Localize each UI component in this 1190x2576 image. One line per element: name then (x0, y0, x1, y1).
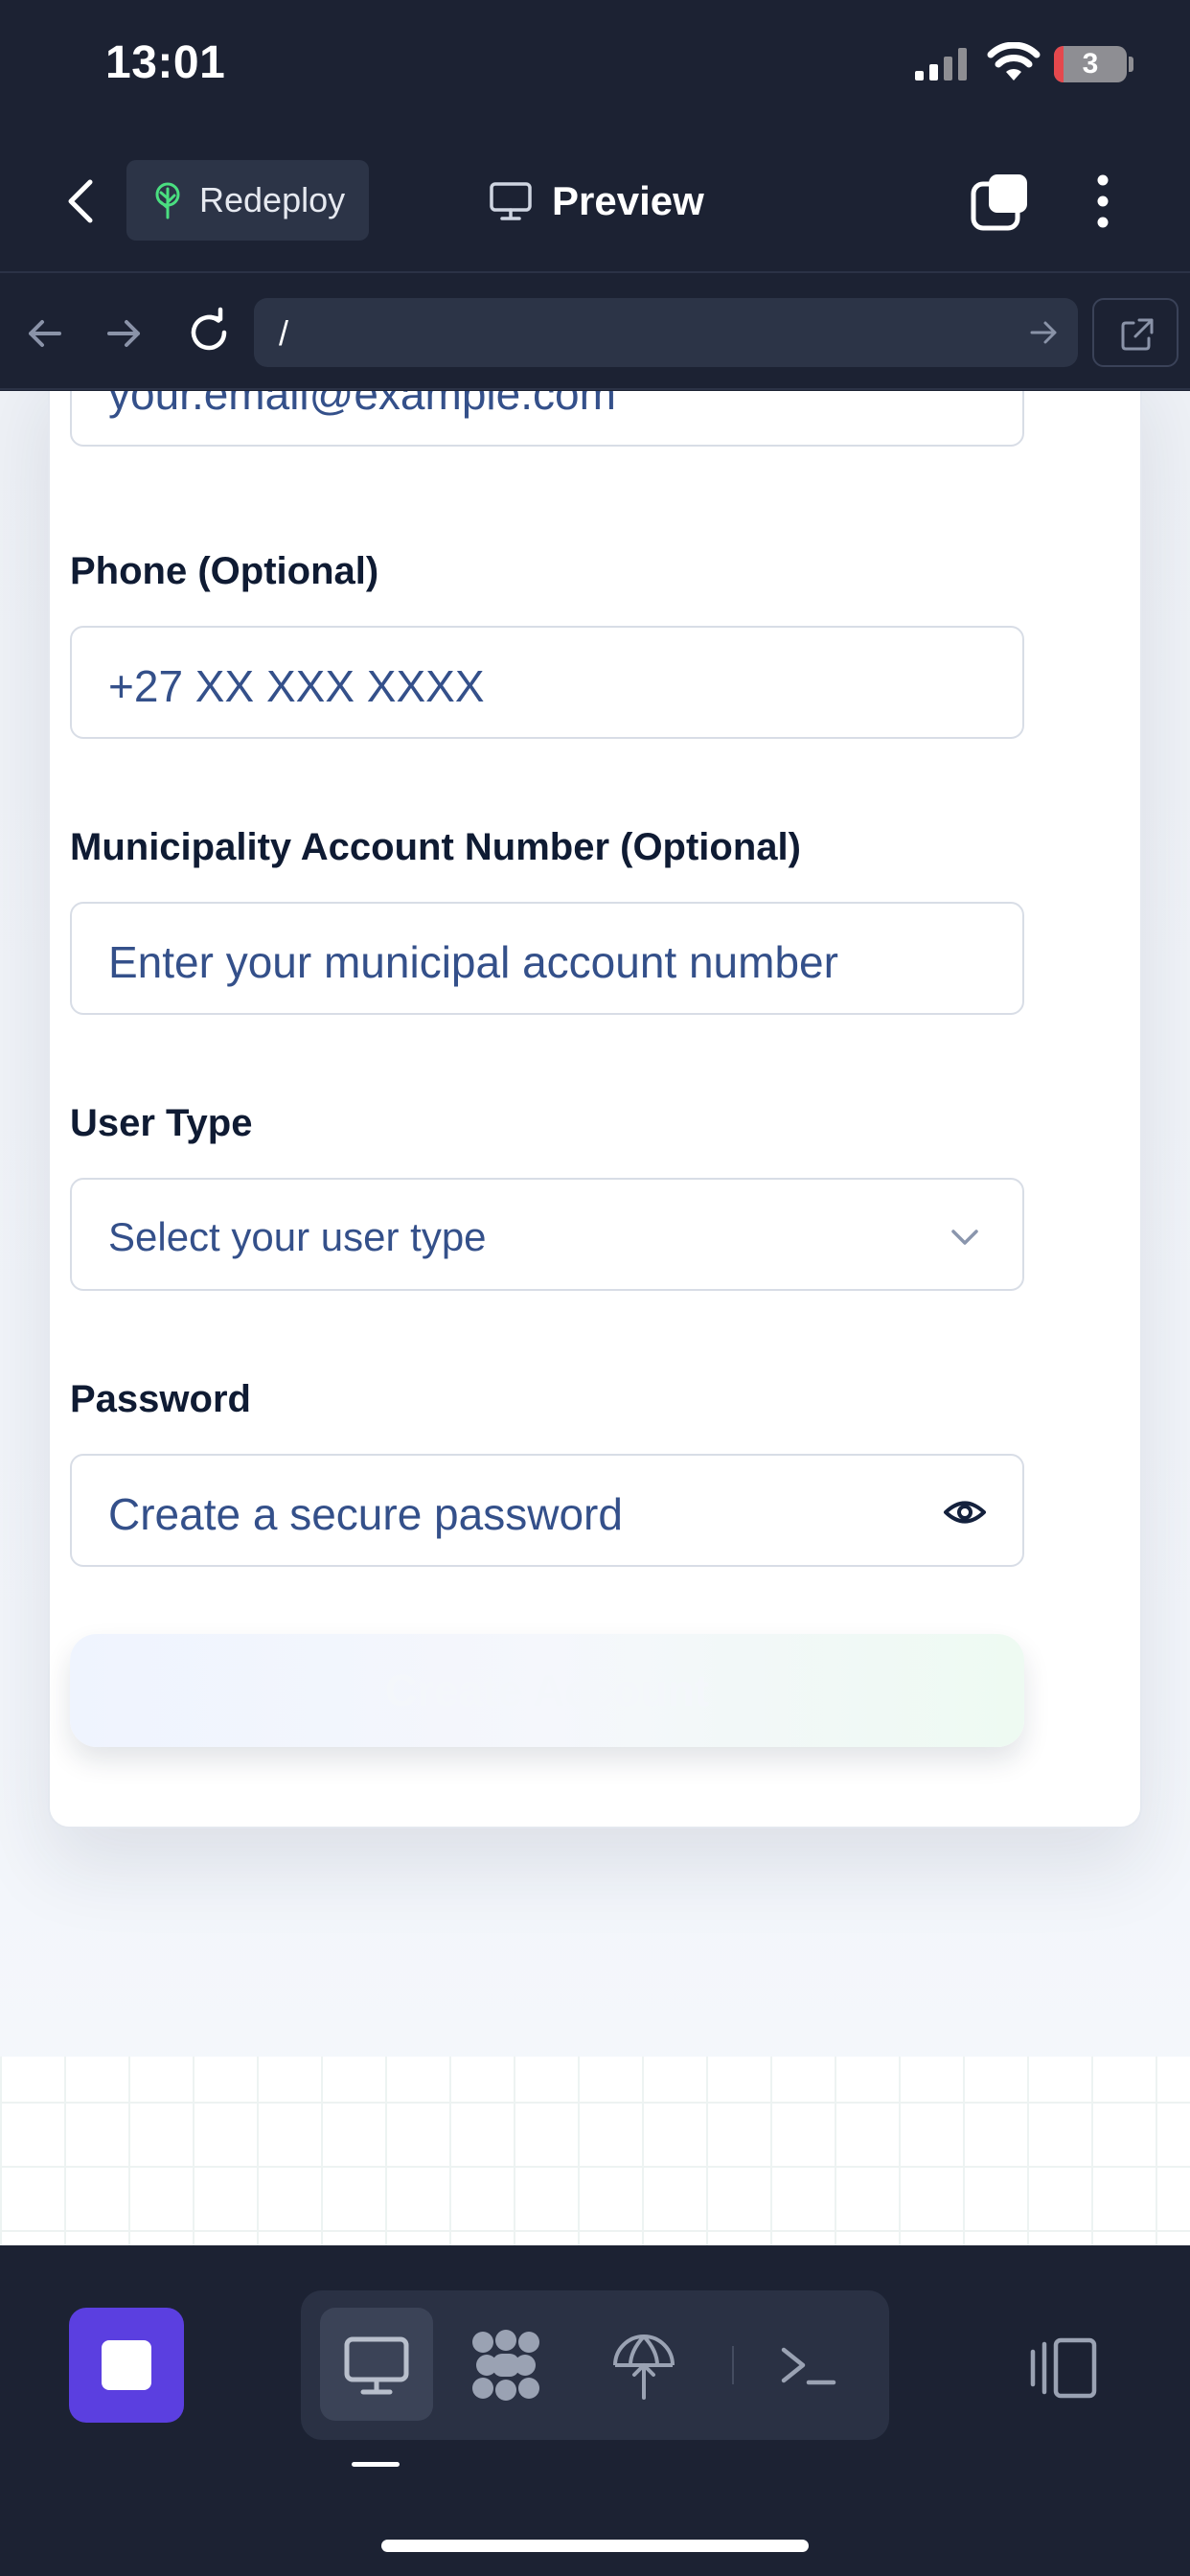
email-value: your.email@example.com (108, 391, 616, 419)
browser-nav-bar: / (0, 275, 1190, 390)
back-chevron-icon[interactable] (54, 172, 111, 230)
redeploy-button[interactable]: Redeploy (126, 160, 369, 241)
user-type-label: User Type (70, 1102, 253, 1144)
account-number-label: Municipality Account Number (Optional) (70, 826, 801, 868)
home-indicator[interactable] (381, 2540, 809, 2552)
tool-divider (732, 2346, 734, 2384)
side-panel-icon[interactable] (1027, 2336, 1100, 2400)
bottom-toolbar (0, 2245, 1190, 2576)
battery-tip (1129, 57, 1133, 72)
redeploy-label: Redeploy (199, 180, 346, 219)
wifi-icon (987, 42, 1041, 80)
stop-icon (102, 2340, 151, 2390)
account-number-placeholder: Enter your municipal account number (108, 937, 838, 987)
password-placeholder: Create a secure password (108, 1489, 623, 1539)
terminal-icon[interactable] (770, 2327, 847, 2404)
eye-icon[interactable] (942, 1492, 988, 1532)
browser-forward-icon[interactable] (100, 310, 148, 357)
battery-level: 3 (1082, 48, 1099, 80)
open-external-button[interactable] (1092, 298, 1179, 367)
tool-monitor[interactable] (320, 2308, 433, 2421)
monitor-icon (344, 2336, 409, 2395)
webview: your.email@example.com Phone (Optional) … (0, 391, 1190, 2245)
phone-field[interactable]: +27 XX XXX XXXX (70, 626, 1024, 739)
active-tool-indicator (352, 2462, 400, 2467)
password-field[interactable]: Create a secure password (70, 1454, 1024, 1567)
tree-icon (155, 182, 180, 219)
grid-background (0, 2057, 1190, 2245)
status-bar: 13:01 3 (0, 0, 1190, 134)
nodes-icon[interactable] (468, 2327, 544, 2404)
user-type-select[interactable]: Select your user type (70, 1178, 1024, 1291)
url-text: / (279, 313, 289, 353)
create-account-button[interactable]: Create Account (70, 1634, 1024, 1747)
email-field[interactable]: your.email@example.com (70, 391, 1024, 447)
reload-icon[interactable] (182, 306, 236, 359)
preview-title: Preview (489, 172, 704, 230)
tabs-icon[interactable] (970, 171, 1031, 232)
go-arrow-icon[interactable] (1026, 315, 1061, 350)
tool-group (301, 2290, 889, 2440)
status-time: 13:01 (105, 37, 226, 88)
more-options-icon[interactable] (1088, 171, 1117, 232)
preview-title-text: Preview (552, 178, 704, 223)
battery-icon: 3 (1054, 46, 1127, 82)
account-number-field[interactable]: Enter your municipal account number (70, 902, 1024, 1015)
deploy-globe-icon[interactable] (606, 2327, 682, 2404)
browser-back-icon[interactable] (21, 310, 69, 357)
stop-button[interactable] (69, 2308, 184, 2423)
user-type-placeholder: Select your user type (108, 1214, 487, 1259)
cellular-signal-icon (915, 48, 967, 80)
monitor-icon (490, 182, 532, 220)
url-input[interactable]: / (254, 298, 1078, 367)
external-link-icon (1121, 318, 1154, 351)
app-header: Redeploy Preview (0, 134, 1190, 273)
phone-placeholder: +27 XX XXX XXXX (108, 661, 485, 711)
password-label: Password (70, 1378, 251, 1420)
chevron-down-icon (951, 1230, 978, 1245)
phone-label: Phone (Optional) (70, 550, 379, 592)
